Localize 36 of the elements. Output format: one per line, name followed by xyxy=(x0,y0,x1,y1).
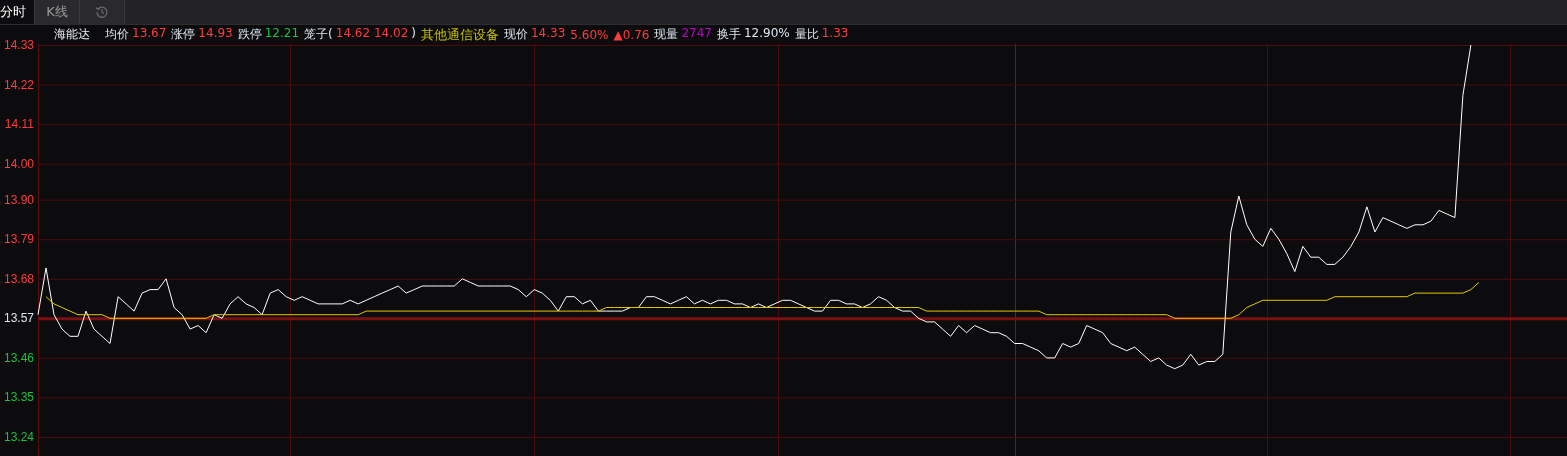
axis-label: 13.68 xyxy=(3,271,34,286)
axis-label: 13.35 xyxy=(3,390,34,405)
history-tab[interactable] xyxy=(80,0,125,24)
axis-label: 13.24 xyxy=(3,430,34,444)
field-value: 13.67 xyxy=(132,26,167,42)
field-value: 2747 xyxy=(681,26,712,42)
field-value: 14.93 xyxy=(198,26,233,42)
field-label: 笼子( xyxy=(304,26,333,43)
field-label: 均价 xyxy=(105,26,129,43)
axis-label: 13.57 xyxy=(3,311,34,326)
axis-label: 14.00 xyxy=(3,156,34,171)
field-value: 12.21 xyxy=(264,26,300,42)
field-value: 14.62 14.02 xyxy=(335,26,409,42)
sector-name: 其他通信设备 xyxy=(421,25,499,44)
field-value: 5.60% xyxy=(570,27,609,42)
field-suffix: ) xyxy=(411,26,416,42)
history-icon xyxy=(95,5,109,19)
field-value: ▲0.76 xyxy=(613,27,650,42)
field-value: 12.90% xyxy=(743,26,790,42)
chart-tab[interactable]: K线 xyxy=(35,0,80,24)
field-value: 1.33 xyxy=(821,26,849,42)
axis-label: 14.22 xyxy=(3,77,34,92)
field-label: 涨停 xyxy=(171,26,196,43)
field-label: 现价 xyxy=(504,26,528,43)
field-label: 换手 xyxy=(716,26,741,43)
field-value: 14.33 xyxy=(531,26,566,42)
axis-label: 13.79 xyxy=(3,232,34,247)
chart-tab[interactable]: 分时 xyxy=(0,0,35,24)
field-label: 跌停 xyxy=(237,26,262,43)
field-label: 现量 xyxy=(654,26,679,43)
axis-label: 13.46 xyxy=(3,350,34,365)
axis-label: 14.33 xyxy=(3,38,34,52)
axis-label: 14.11 xyxy=(4,117,34,132)
stock-name: 海能达 xyxy=(54,26,90,43)
axis-label: 13.90 xyxy=(3,192,34,207)
field-label: 量比 xyxy=(794,26,819,43)
